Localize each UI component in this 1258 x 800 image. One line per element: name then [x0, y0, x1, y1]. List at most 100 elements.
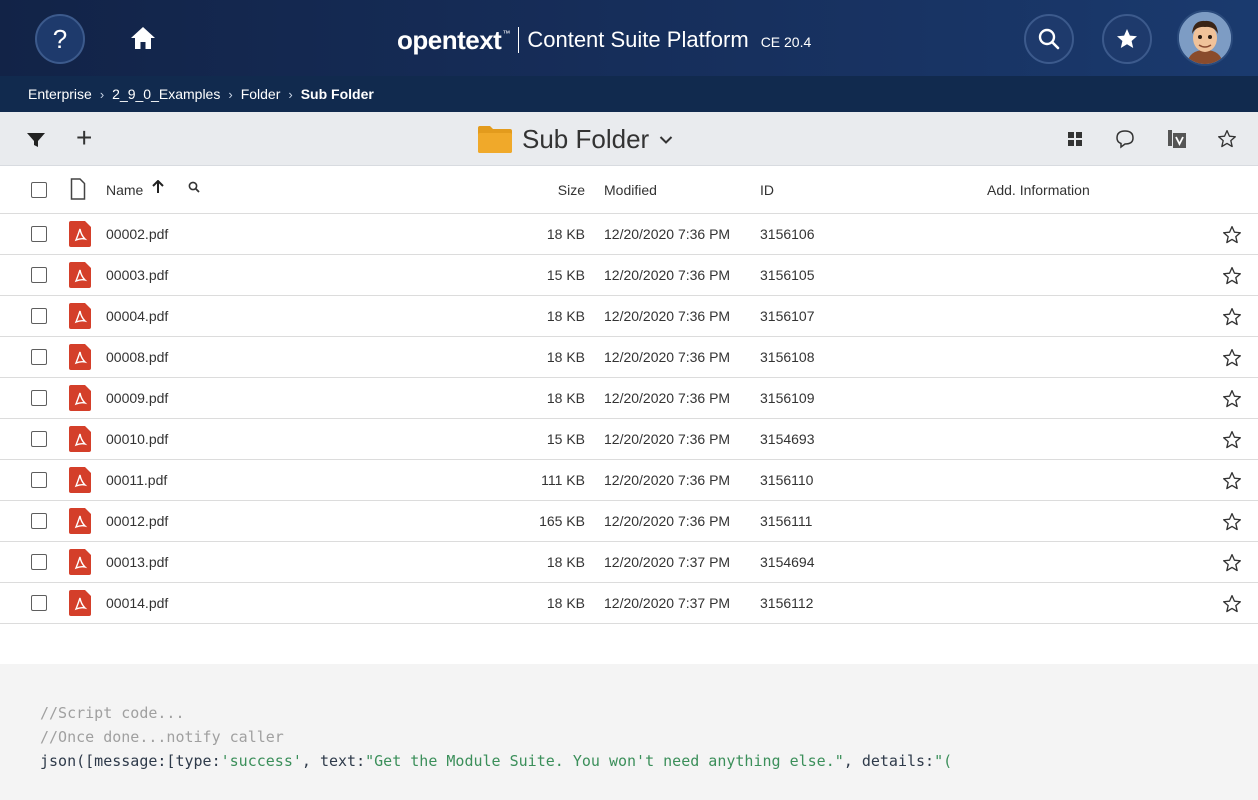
pdf-file-icon — [69, 344, 91, 370]
brand: opentext ™ Content Suite Platform CE 20.… — [397, 20, 811, 60]
file-modified: 12/20/2020 7:36 PM — [604, 431, 731, 447]
file-name-link[interactable]: 00004.pdf — [106, 308, 168, 324]
file-id: 3156106 — [760, 226, 815, 242]
add-button[interactable]: + — [76, 124, 100, 154]
table-row[interactable]: 00008.pdf 18 KB 12/20/2020 7:36 PM 3156108 — [0, 337, 1258, 378]
row-checkbox[interactable] — [31, 267, 47, 283]
row-checkbox[interactable] — [31, 349, 47, 365]
file-size: 18 KB — [546, 226, 585, 242]
star-icon — [1117, 29, 1137, 48]
file-name-link[interactable]: 00002.pdf — [106, 226, 168, 242]
tiles-view-icon — [1068, 132, 1082, 146]
pdf-file-icon — [69, 385, 91, 411]
folder-title[interactable]: Sub Folder — [478, 122, 673, 156]
home-button[interactable] — [125, 20, 161, 56]
file-name-link[interactable]: 00013.pdf — [106, 554, 168, 570]
opentext-logo: opentext — [397, 24, 502, 55]
breadcrumb-item-examples[interactable]: 2_9_0_Examples — [112, 86, 220, 102]
select-all-checkbox[interactable] — [31, 182, 47, 198]
favorite-star-icon[interactable] — [1222, 225, 1242, 245]
favorite-star-icon[interactable] — [1222, 266, 1242, 286]
tiles-view-button[interactable] — [1063, 127, 1087, 151]
file-size: 165 KB — [539, 513, 585, 529]
file-name-link[interactable]: 00012.pdf — [106, 513, 168, 529]
table-row[interactable]: 00004.pdf 18 KB 12/20/2020 7:36 PM 3156107 — [0, 296, 1258, 337]
column-header-add-info[interactable]: Add. Information — [987, 182, 1090, 198]
file-name-link[interactable]: 00014.pdf — [106, 595, 168, 611]
file-modified: 12/20/2020 7:36 PM — [604, 226, 731, 242]
favorites-button[interactable] — [1102, 14, 1152, 64]
file-modified: 12/20/2020 7:36 PM — [604, 308, 731, 324]
breadcrumb-current: Sub Folder — [300, 86, 374, 102]
table-row[interactable]: 00012.pdf 165 KB 12/20/2020 7:36 PM 3156111 — [0, 501, 1258, 542]
file-modified: 12/20/2020 7:36 PM — [604, 513, 731, 529]
pdf-file-icon — [69, 590, 91, 616]
file-modified: 12/20/2020 7:36 PM — [604, 390, 731, 406]
row-checkbox[interactable] — [31, 226, 47, 242]
table-row[interactable]: 00002.pdf 18 KB 12/20/2020 7:36 PM 3156106 — [0, 214, 1258, 255]
table-row[interactable]: 00003.pdf 15 KB 12/20/2020 7:36 PM 3156105 — [0, 255, 1258, 296]
breadcrumb-item-folder[interactable]: Folder — [241, 86, 281, 102]
code-token: json([message:[type: — [40, 752, 221, 770]
brand-divider — [518, 27, 520, 53]
table-row[interactable]: 00014.pdf 18 KB 12/20/2020 7:37 PM 3156112 — [0, 583, 1258, 624]
user-avatar[interactable] — [1177, 10, 1233, 66]
pdf-file-icon — [69, 508, 91, 534]
filter-icon — [27, 133, 45, 147]
versions-button[interactable] — [1165, 127, 1189, 151]
favorite-star-icon[interactable] — [1222, 594, 1242, 614]
help-button[interactable]: ? — [35, 14, 85, 64]
column-header-id[interactable]: ID — [760, 182, 774, 198]
breadcrumb-item-enterprise[interactable]: Enterprise — [28, 86, 92, 102]
filter-button[interactable] — [26, 130, 46, 150]
pdf-file-icon — [69, 303, 91, 329]
file-name-link[interactable]: 00011.pdf — [106, 472, 167, 488]
row-checkbox[interactable] — [31, 472, 47, 488]
file-id: 3156105 — [760, 267, 815, 283]
column-header-modified[interactable]: Modified — [604, 182, 657, 198]
file-id: 3156107 — [760, 308, 815, 324]
avatar-icon — [1179, 12, 1231, 64]
file-name-link[interactable]: 00003.pdf — [106, 267, 168, 283]
pdf-file-icon — [69, 426, 91, 452]
file-modified: 12/20/2020 7:36 PM — [604, 267, 731, 283]
table-row[interactable]: 00013.pdf 18 KB 12/20/2020 7:37 PM 3154694 — [0, 542, 1258, 583]
favorite-star-icon[interactable] — [1222, 348, 1242, 368]
favorite-star-icon[interactable] — [1222, 471, 1242, 491]
table-row[interactable]: 00009.pdf 18 KB 12/20/2020 7:36 PM 3156109 — [0, 378, 1258, 419]
table-row[interactable]: 00010.pdf 15 KB 12/20/2020 7:36 PM 3154693 — [0, 419, 1258, 460]
column-header-size[interactable]: Size — [558, 182, 585, 198]
breadcrumb-separator: › — [99, 86, 105, 102]
file-size: 18 KB — [546, 349, 585, 365]
row-checkbox[interactable] — [31, 308, 47, 324]
comments-button[interactable] — [1113, 127, 1137, 151]
file-size: 18 KB — [546, 554, 585, 570]
file-id: 3156111 — [760, 513, 813, 529]
file-name-link[interactable]: 00010.pdf — [106, 431, 168, 447]
row-checkbox[interactable] — [31, 431, 47, 447]
file-name-link[interactable]: 00009.pdf — [106, 390, 168, 406]
search-button[interactable] — [1024, 14, 1074, 64]
favorite-star-icon[interactable] — [1222, 430, 1242, 450]
favorite-star-icon — [1218, 130, 1236, 148]
row-checkbox[interactable] — [31, 513, 47, 529]
file-modified: 12/20/2020 7:36 PM — [604, 472, 731, 488]
favorite-star-icon[interactable] — [1222, 512, 1242, 532]
breadcrumb-separator: › — [228, 86, 233, 102]
column-header-name[interactable]: Name — [106, 182, 143, 198]
column-search-icon[interactable] — [188, 181, 200, 193]
row-checkbox[interactable] — [31, 595, 47, 611]
toolbar: + Sub Folder — [0, 112, 1258, 166]
home-icon — [131, 27, 155, 49]
pdf-file-icon — [69, 467, 91, 493]
table-row[interactable]: 00011.pdf 111 KB 12/20/2020 7:36 PM 3156110 — [0, 460, 1258, 501]
sort-ascending-icon[interactable] — [152, 180, 164, 194]
chevron-down-icon[interactable] — [659, 135, 673, 145]
row-checkbox[interactable] — [31, 554, 47, 570]
favorite-star-icon[interactable] — [1222, 307, 1242, 327]
favorite-star-icon[interactable] — [1222, 553, 1242, 573]
favorite-star-icon[interactable] — [1222, 389, 1242, 409]
favorite-folder-button[interactable] — [1215, 127, 1239, 151]
row-checkbox[interactable] — [31, 390, 47, 406]
file-name-link[interactable]: 00008.pdf — [106, 349, 168, 365]
